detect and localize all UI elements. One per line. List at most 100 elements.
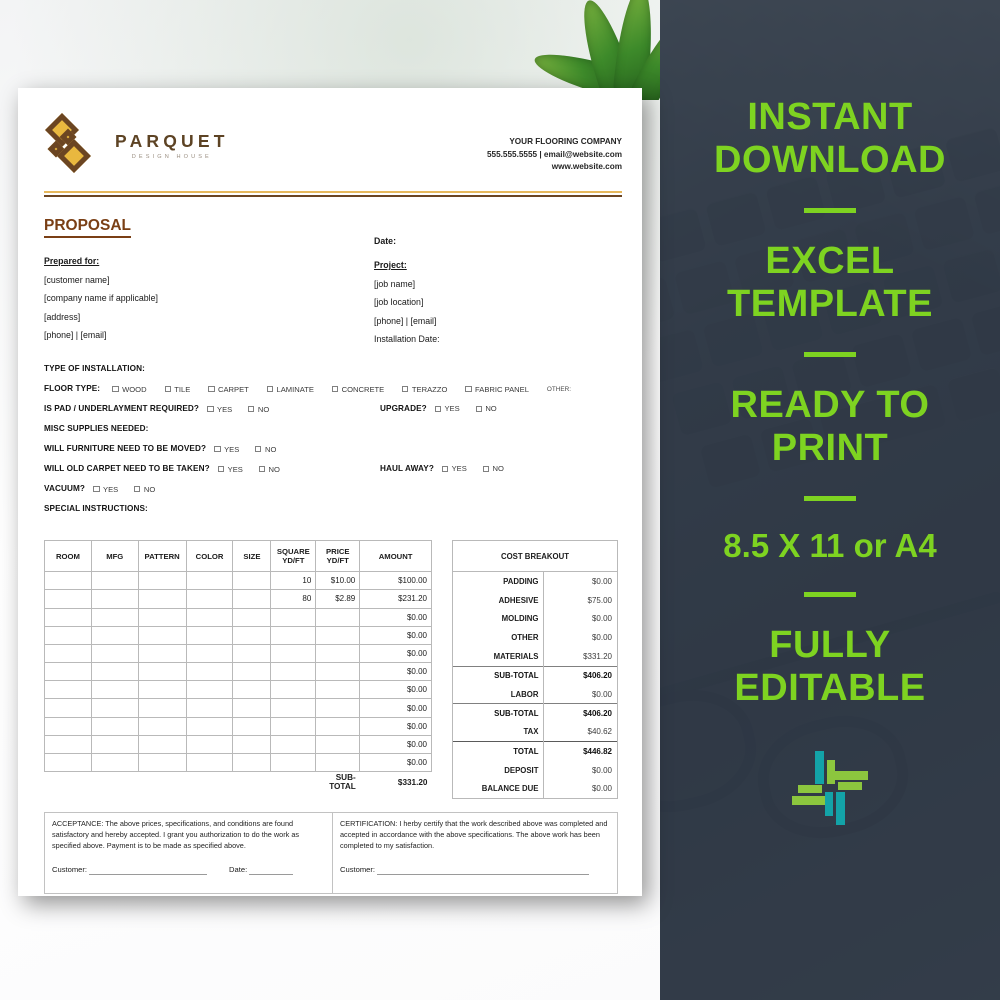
cell-pattern[interactable]	[137, 625, 187, 645]
cell-color[interactable]	[185, 589, 234, 609]
cell-pattern[interactable]	[137, 589, 187, 609]
cell-color[interactable]	[185, 607, 234, 627]
cell-size[interactable]	[232, 716, 272, 736]
checkbox-floor-carpet[interactable]: CARPET	[208, 385, 249, 394]
checkbox-icon[interactable]	[93, 485, 100, 493]
cell-price[interactable]: $10.00	[315, 571, 361, 591]
cell-square[interactable]	[270, 734, 317, 755]
cell-mfg[interactable]	[90, 716, 139, 736]
cell-size[interactable]	[232, 680, 272, 700]
cell-amount[interactable]: $0.00	[359, 625, 432, 645]
cell-price[interactable]	[315, 698, 361, 718]
cell-color[interactable]	[185, 662, 234, 682]
cell-pattern[interactable]	[137, 662, 187, 682]
checkbox-icon[interactable]	[266, 385, 273, 393]
cell-mfg[interactable]	[90, 662, 139, 682]
cell-color[interactable]	[185, 734, 234, 755]
checkbox-icon[interactable]	[402, 385, 409, 393]
cell-room[interactable]	[44, 753, 92, 773]
cell-mfg[interactable]	[90, 607, 139, 627]
checkbox-icon[interactable]	[214, 445, 221, 453]
checkbox-icon[interactable]	[258, 465, 266, 473]
checkbox-floor-terazzo[interactable]: TERAZZO	[402, 385, 447, 394]
cell-amount[interactable]: $0.00	[359, 698, 432, 718]
cell-square[interactable]	[270, 680, 317, 700]
cell-price[interactable]: $2.89	[315, 589, 361, 609]
table-row[interactable]: $0.00	[44, 680, 432, 700]
checkbox-icon[interactable]	[248, 405, 255, 413]
checkbox-vacuum-yes[interactable]: YES	[93, 485, 118, 494]
checkbox-haul-away-yes[interactable]: YES	[441, 464, 467, 473]
cell-square[interactable]	[270, 643, 317, 664]
cell-room[interactable]	[44, 680, 92, 700]
cell-price[interactable]	[315, 662, 361, 682]
cell-room[interactable]	[44, 625, 92, 645]
cell-mfg[interactable]	[90, 734, 139, 755]
cell-mfg[interactable]	[90, 589, 139, 609]
checkbox-icon[interactable]	[255, 445, 262, 453]
cell-color[interactable]	[185, 625, 234, 645]
cell-square[interactable]: 80	[270, 589, 317, 609]
table-row[interactable]: $0.00	[44, 698, 432, 718]
cell-mfg[interactable]	[90, 625, 139, 645]
cell-size[interactable]	[232, 662, 272, 682]
cell-price[interactable]	[315, 680, 361, 700]
cell-amount[interactable]: $231.20	[359, 589, 432, 609]
checkbox-icon[interactable]	[475, 405, 482, 412]
cell-price[interactable]	[315, 643, 361, 664]
checkbox-haul-away-no[interactable]: NO	[482, 464, 504, 473]
table-row[interactable]: $0.00	[44, 734, 432, 755]
checkbox-old-carpet-yes[interactable]: YES	[217, 465, 243, 474]
table-row[interactable]: $0.00	[44, 625, 432, 645]
signature-line[interactable]	[89, 865, 208, 876]
checkbox-pad-no[interactable]: NO	[248, 405, 269, 414]
checkbox-icon[interactable]	[465, 385, 472, 393]
cell-amount[interactable]: $0.00	[359, 734, 432, 755]
checkbox-floor-wood[interactable]: WOOD	[112, 385, 147, 394]
cell-amount[interactable]: $0.00	[359, 716, 432, 736]
checkbox-icon[interactable]	[482, 465, 489, 472]
cell-pattern[interactable]	[137, 607, 187, 627]
checkbox-old-carpet-no[interactable]: NO	[258, 465, 280, 474]
cell-square[interactable]	[270, 625, 317, 645]
cell-color[interactable]	[185, 716, 234, 736]
checkbox-icon[interactable]	[331, 385, 339, 393]
cell-price[interactable]	[315, 625, 361, 645]
checkbox-vacuum-no[interactable]: NO	[134, 485, 155, 494]
checkbox-icon[interactable]	[164, 385, 171, 393]
cell-size[interactable]	[232, 753, 272, 773]
cell-room[interactable]	[44, 716, 92, 736]
checkbox-icon[interactable]	[217, 465, 225, 473]
cell-pattern[interactable]	[137, 643, 187, 664]
cell-size[interactable]	[232, 643, 272, 664]
checkbox-floor-tile[interactable]: TILE	[164, 385, 190, 394]
cell-size[interactable]	[232, 571, 272, 591]
cell-square[interactable]	[270, 698, 317, 718]
cell-price[interactable]	[315, 734, 361, 755]
cell-mfg[interactable]	[90, 643, 139, 664]
signature-line[interactable]	[377, 865, 590, 876]
checkbox-icon[interactable]	[441, 465, 449, 472]
cell-color[interactable]	[185, 571, 234, 591]
cell-amount[interactable]: $0.00	[359, 680, 432, 700]
cell-mfg[interactable]	[90, 753, 139, 773]
checkbox-icon[interactable]	[434, 405, 441, 412]
table-row[interactable]: 80 $2.89 $231.20	[44, 589, 432, 609]
cell-room[interactable]	[44, 607, 92, 627]
cell-color[interactable]	[185, 698, 234, 718]
cell-amount[interactable]: $0.00	[359, 643, 432, 664]
acceptance-customer-field[interactable]: Customer:	[52, 864, 208, 876]
cell-room[interactable]	[44, 643, 92, 664]
table-row[interactable]: $0.00	[44, 662, 432, 682]
cell-color[interactable]	[185, 643, 234, 664]
cell-pattern[interactable]	[137, 716, 187, 736]
cell-size[interactable]	[232, 734, 272, 755]
cell-size[interactable]	[232, 607, 272, 627]
cell-color[interactable]	[185, 753, 234, 773]
checkbox-icon[interactable]	[207, 405, 214, 413]
cell-pattern[interactable]	[137, 680, 187, 700]
cell-price[interactable]	[315, 607, 361, 627]
cell-amount[interactable]: $0.00	[359, 662, 432, 682]
table-row[interactable]: $0.00	[44, 643, 432, 664]
cell-size[interactable]	[232, 589, 272, 609]
